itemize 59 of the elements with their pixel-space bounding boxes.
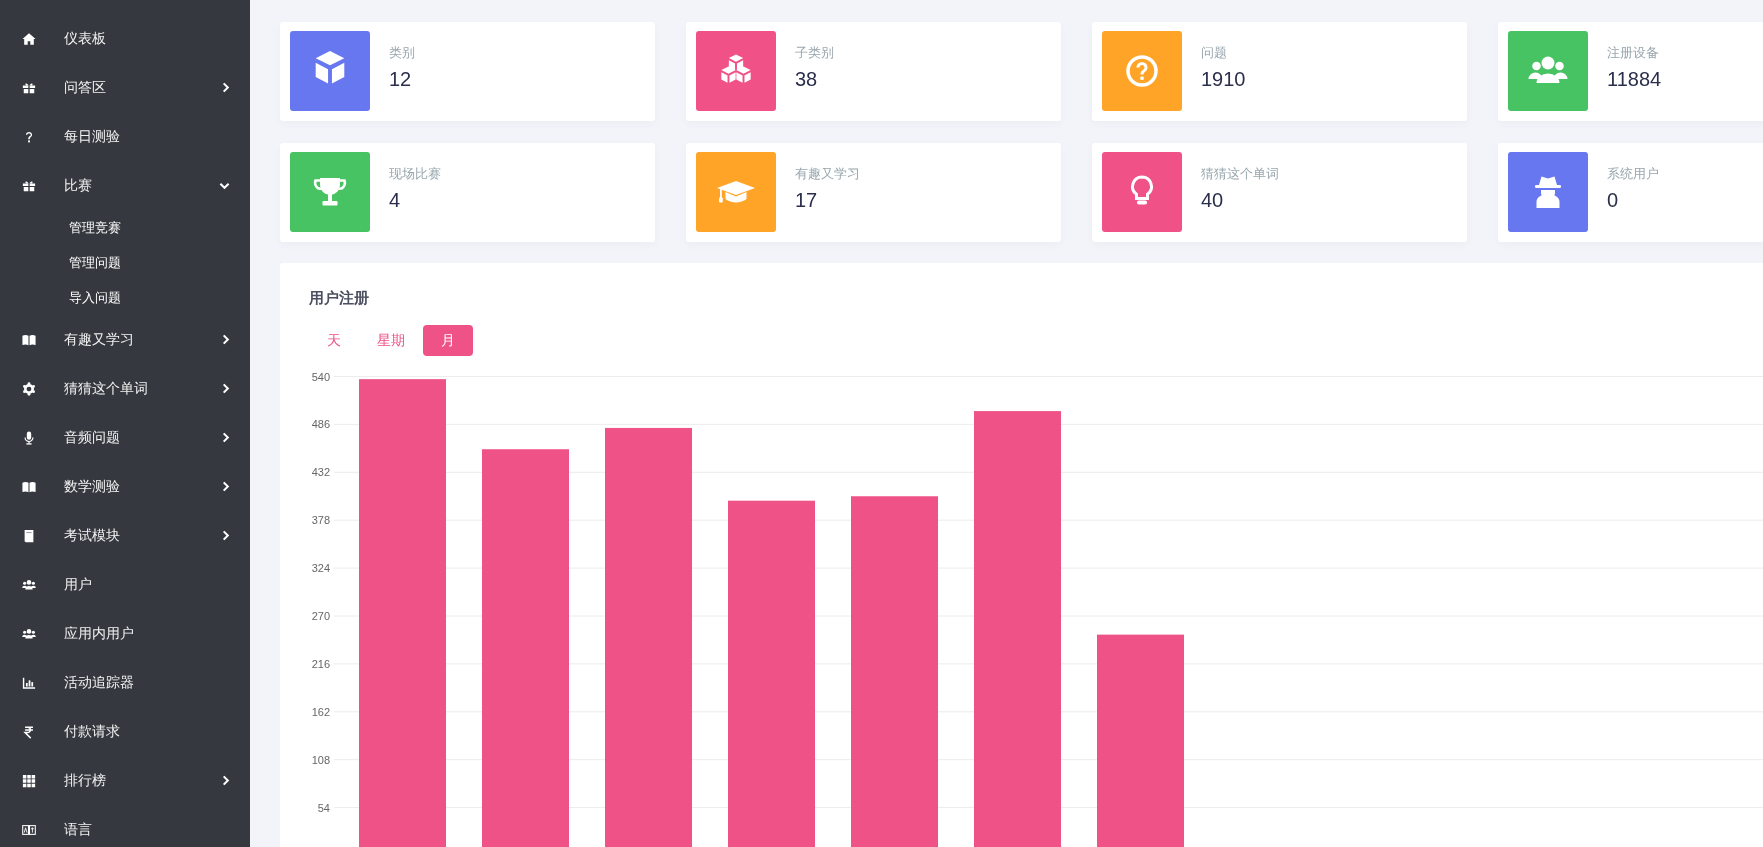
y-axis-label: 432 <box>311 466 330 479</box>
sidebar-item[interactable]: 比赛 <box>0 161 250 210</box>
period-tab[interactable]: 天 <box>309 325 359 356</box>
submenu-item[interactable]: 管理竞赛 <box>0 210 129 245</box>
stat-value: 1910 <box>1201 67 1246 91</box>
gear-icon <box>22 381 36 396</box>
grid-icon <box>22 773 36 788</box>
book-open-icon <box>22 332 36 347</box>
sidebar-item[interactable]: 活动追踪器 <box>0 658 250 707</box>
y-axis-label: 540 <box>311 370 330 383</box>
bar-chart-icon <box>22 675 36 690</box>
submenu-item[interactable]: 导入问题 <box>0 280 129 315</box>
book-open-icon <box>22 479 36 494</box>
stat-value: 17 <box>795 188 818 212</box>
sidebar-item[interactable]: 付款请求 <box>0 707 250 756</box>
sidebar-item[interactable]: 排行榜 <box>0 756 250 805</box>
sidebar-item[interactable]: 猜猜这个单词 <box>0 364 250 413</box>
period-tab[interactable]: 星期 <box>359 325 423 356</box>
stat-label: 类别 <box>389 45 415 61</box>
stat-value: 11884 <box>1607 67 1662 91</box>
sidebar-item[interactable]: 问答区 <box>0 63 250 112</box>
stat-label: 有趣又学习 <box>795 166 860 182</box>
y-axis-label: 378 <box>311 514 330 527</box>
y-axis-label: 486 <box>311 418 330 431</box>
sidebar-item[interactable]: 每日测验 <box>0 112 250 161</box>
chart-title: 用户注册 <box>309 288 369 308</box>
rupee-icon <box>22 724 36 739</box>
stat-label: 注册设备 <box>1607 45 1659 61</box>
users-icon <box>22 577 36 592</box>
stat-value: 4 <box>389 188 401 212</box>
stat-label: 现场比赛 <box>389 166 441 182</box>
stat-value: 40 <box>1201 188 1224 212</box>
y-axis-label: 108 <box>311 753 330 766</box>
sidebar-item[interactable]: 用户 <box>0 560 250 609</box>
users-icon <box>22 626 36 641</box>
sidebar-item[interactable]: 应用内用户 <box>0 609 250 658</box>
y-axis-label: 162 <box>311 705 330 718</box>
y-axis-label: 324 <box>311 562 330 575</box>
book-icon <box>22 528 36 543</box>
submenu-item[interactable]: 管理问题 <box>0 245 129 280</box>
sidebar-item[interactable]: 数学测验 <box>0 462 250 511</box>
stat-value: 12 <box>389 67 412 91</box>
microphone-icon <box>22 430 36 445</box>
stat-value: 38 <box>795 67 818 91</box>
language-icon <box>22 822 36 837</box>
y-axis-label: 270 <box>311 610 330 622</box>
y-axis-label: 54 <box>317 801 330 814</box>
sidebar-item[interactable]: 有趣又学习 <box>0 315 250 364</box>
home-icon <box>22 31 36 46</box>
stat-value: 0 <box>1607 188 1619 212</box>
sidebar-item[interactable]: 语言 <box>0 805 250 847</box>
stat-label: 子类别 <box>795 45 834 61</box>
y-axis-label: 216 <box>311 657 330 670</box>
sidebar-item[interactable]: 考试模块 <box>0 511 250 560</box>
stat-label: 问题 <box>1201 45 1227 61</box>
stat-label: 系统用户 <box>1607 166 1659 182</box>
stat-label: 猜猜这个单词 <box>1201 166 1279 182</box>
sidebar-item[interactable]: 音频问题 <box>0 413 250 462</box>
sidebar-item[interactable]: 仪表板 <box>0 14 250 63</box>
